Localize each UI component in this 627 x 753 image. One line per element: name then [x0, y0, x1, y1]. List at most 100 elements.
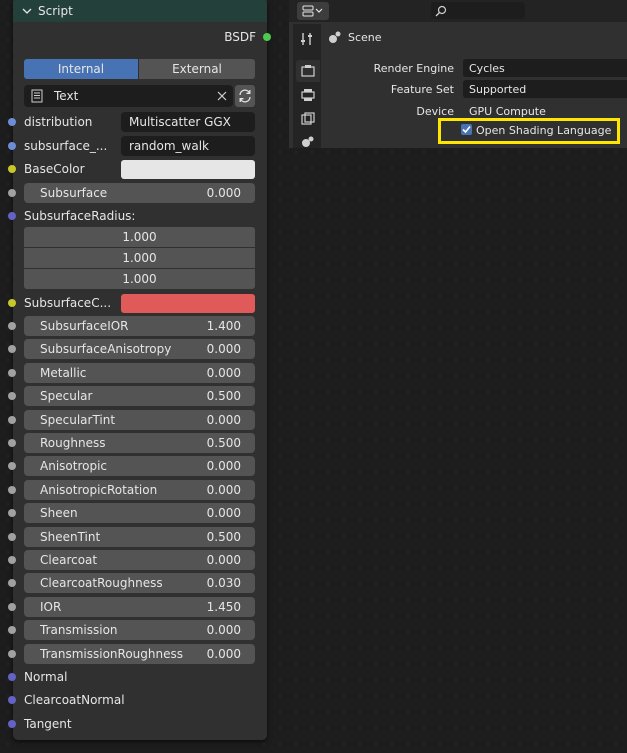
- input-value: 0.000: [206, 413, 241, 427]
- refresh-icon: [239, 89, 251, 103]
- node-header[interactable]: Script: [13, 0, 267, 22]
- input-field-anisotropic[interactable]: Anisotropic 0.000: [24, 456, 255, 476]
- input-value: 0.000: [206, 623, 241, 637]
- input-field-metallic[interactable]: Metallic 0.000: [24, 363, 255, 383]
- breadcrumb-scene: Scene: [348, 31, 382, 44]
- input-field-clearcoat[interactable]: Clearcoat 0.000: [24, 550, 255, 570]
- input-name: Anisotropic: [40, 459, 108, 473]
- properties-search-input[interactable]: [431, 2, 525, 19]
- input-field-specular[interactable]: Specular 0.500: [24, 386, 255, 406]
- osl-checkbox[interactable]: [461, 124, 472, 135]
- chevron-down-icon[interactable]: [22, 6, 32, 16]
- input-socket-roughness[interactable]: [8, 439, 16, 447]
- subsurface-radius-label: SubsurfaceRadius:: [24, 209, 136, 223]
- feature-set-select[interactable]: Supported: [463, 80, 627, 98]
- osl-label[interactable]: Open Shading Language: [476, 124, 611, 137]
- input-name: ClearcoatRoughness: [40, 576, 163, 590]
- input-value: 1.450: [206, 600, 241, 614]
- input-socket-subsurface[interactable]: [8, 189, 16, 197]
- input-field-transmission[interactable]: Transmission 0.000: [24, 620, 255, 640]
- input-value: 0.000: [206, 459, 241, 473]
- close-icon[interactable]: [217, 91, 227, 101]
- input-field-transmissionroughness[interactable]: TransmissionRoughness 0.000: [24, 644, 255, 664]
- input-name: Metallic: [40, 366, 87, 380]
- render-engine-select[interactable]: Cycles: [463, 59, 627, 77]
- input-field-subsurfaceior[interactable]: SubsurfaceIOR 1.400: [24, 316, 255, 336]
- input-socket-sheentint[interactable]: [8, 533, 16, 541]
- render-engine-label: Render Engine: [373, 62, 454, 75]
- input-name: SheenTint: [40, 530, 101, 544]
- subsurface-method-field[interactable]: random_walk: [121, 136, 255, 156]
- input-socket-transmissionroughness[interactable]: [8, 650, 16, 658]
- input-field-speculartint[interactable]: SpecularTint 0.000: [24, 410, 255, 430]
- input-field-clearcoatroughness[interactable]: ClearcoatRoughness 0.030: [24, 573, 255, 593]
- input-socket-subsurfaceanisotropy[interactable]: [8, 345, 16, 353]
- reload-script-button[interactable]: [235, 85, 255, 107]
- input-socket-ior[interactable]: [8, 603, 16, 611]
- input-value: 0.000: [206, 483, 241, 497]
- input-name: SubsurfaceAnisotropy: [40, 342, 172, 356]
- input-value: 0.000: [206, 647, 241, 661]
- input-socket-sheen[interactable]: [8, 509, 16, 517]
- vector-input-label-clearcoatnormal: ClearcoatNormal: [24, 693, 125, 707]
- subsurface-radius-z[interactable]: 1.000: [24, 269, 255, 289]
- search-icon: [435, 5, 447, 16]
- scene-properties-icon[interactable]: [301, 134, 315, 148]
- subsurface-field[interactable]: Subsurface 0.000: [24, 183, 255, 203]
- text-datablock-field[interactable]: Text: [24, 85, 233, 107]
- scene-breadcrumb-icon: [329, 31, 341, 43]
- input-socket-tangent[interactable]: [8, 720, 16, 728]
- subsurface-radius-x[interactable]: 1.000: [24, 227, 255, 247]
- input-socket-subsurface-method[interactable]: [8, 142, 16, 150]
- input-field-ior[interactable]: IOR 1.450: [24, 597, 255, 617]
- input-name: SpecularTint: [40, 413, 116, 427]
- basecolor-swatch[interactable]: [121, 160, 255, 179]
- input-field-subsurfaceanisotropy[interactable]: SubsurfaceAnisotropy 0.000: [24, 339, 255, 359]
- text-document-icon: [31, 89, 43, 103]
- input-field-roughness[interactable]: Roughness 0.500: [24, 433, 255, 453]
- input-socket-distribution[interactable]: [8, 118, 16, 126]
- subsurface-label: Subsurface: [40, 186, 108, 200]
- text-datablock-name: Text: [54, 89, 79, 103]
- input-value: 0.500: [206, 389, 241, 403]
- feature-set-label: Feature Set: [390, 83, 454, 96]
- editor-type-button[interactable]: [297, 2, 329, 20]
- input-socket-speculartint[interactable]: [8, 416, 16, 424]
- input-name: Sheen: [40, 506, 78, 520]
- input-name: SubsurfaceIOR: [40, 319, 129, 333]
- input-socket-metallic[interactable]: [8, 369, 16, 377]
- input-socket-clearcoat[interactable]: [8, 556, 16, 564]
- properties-editor-icon: [302, 5, 323, 17]
- distribution-field[interactable]: Multiscatter GGX: [121, 112, 255, 132]
- mode-internal-button[interactable]: Internal: [24, 59, 138, 79]
- subsurface-method-label: subsurface_...: [24, 139, 108, 153]
- input-socket-clearcoatnormal[interactable]: [8, 696, 16, 704]
- subsurface-color-swatch[interactable]: [121, 294, 255, 313]
- input-socket-subsurface-radius[interactable]: [8, 212, 16, 220]
- input-field-sheen[interactable]: Sheen 0.000: [24, 503, 255, 523]
- checkmark-icon: [462, 125, 471, 134]
- input-socket-clearcoatroughness[interactable]: [8, 579, 16, 587]
- input-value: 0.500: [206, 436, 241, 450]
- subsurface-radius-y[interactable]: 1.000: [24, 248, 255, 268]
- input-field-sheentint[interactable]: SheenTint 0.500: [24, 527, 255, 547]
- input-value: 1.400: [206, 319, 241, 333]
- output-socket-bsdf[interactable]: [263, 33, 271, 41]
- input-socket-specular[interactable]: [8, 392, 16, 400]
- subsurface-color-label: SubsurfaceC...: [24, 296, 112, 310]
- input-socket-subsurface-color[interactable]: [8, 299, 16, 307]
- vector-input-label-tangent: Tangent: [24, 717, 72, 731]
- input-socket-transmission[interactable]: [8, 626, 16, 634]
- input-socket-subsurfaceior[interactable]: [8, 322, 16, 330]
- input-value: 0.500: [206, 530, 241, 544]
- input-socket-basecolor[interactable]: [8, 165, 16, 173]
- input-value: 0.000: [206, 342, 241, 356]
- input-socket-anisotropicrotation[interactable]: [8, 486, 16, 494]
- input-socket-anisotropic[interactable]: [8, 462, 16, 470]
- tool-settings-icon[interactable]: [300, 32, 314, 46]
- subsurface-value: 0.000: [206, 186, 241, 200]
- input-name: Specular: [40, 389, 93, 403]
- input-socket-normal[interactable]: [8, 673, 16, 681]
- input-field-anisotropicrotation[interactable]: AnisotropicRotation 0.000: [24, 480, 255, 500]
- mode-external-button[interactable]: External: [139, 59, 255, 79]
